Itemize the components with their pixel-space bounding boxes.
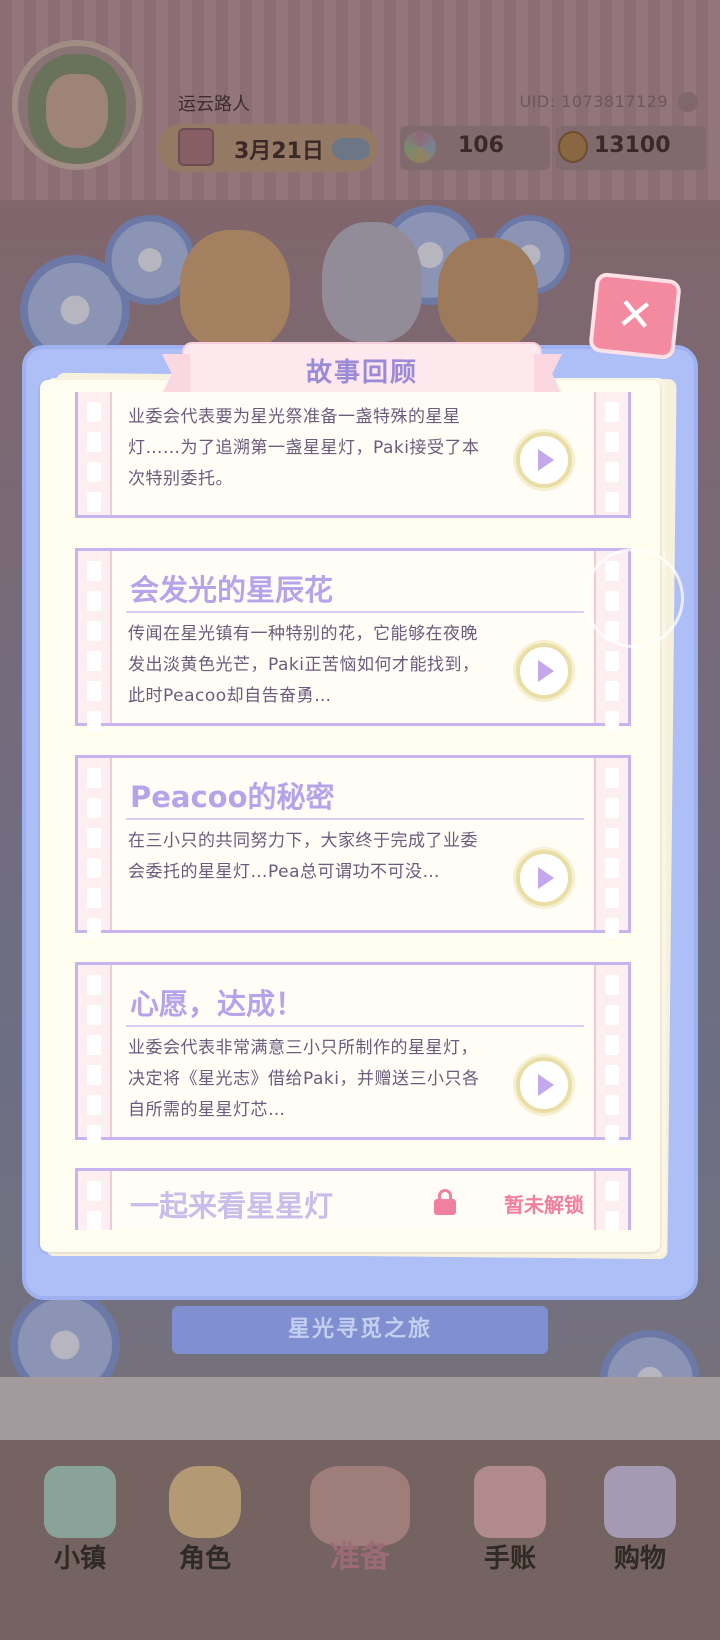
- play-button[interactable]: [516, 643, 572, 699]
- film-strip-right: [594, 758, 628, 938]
- close-button[interactable]: ✕: [588, 271, 682, 361]
- title-divider: [126, 611, 584, 613]
- play-icon: [538, 449, 554, 471]
- film-strip-right: [594, 965, 628, 1145]
- journey-banner: 星光寻觅之旅: [172, 1306, 548, 1354]
- nav-item-town[interactable]: 小镇: [20, 1440, 140, 1610]
- story-description: 传闻在星光镇有一种特别的花，它能够在夜晚发出淡黄色光芒，Paki正苦恼如何才能找…: [128, 624, 480, 706]
- story-card[interactable]: Peacoo的秘密 在三小只的共同努力下，大家终于完成了业委会委托的星星灯…Pe…: [75, 755, 631, 938]
- film-strip-left: [78, 758, 112, 938]
- lock-icon: [434, 1189, 456, 1215]
- journey-title: 星光寻觅之旅: [287, 1317, 432, 1342]
- nav-label: 手账: [483, 1544, 536, 1574]
- film-strip-right: [594, 1171, 628, 1231]
- nav-item-journal[interactable]: 手账: [450, 1440, 570, 1610]
- character-icon: [169, 1466, 241, 1538]
- story-title: Peacoo的秘密: [130, 780, 335, 814]
- story-title: 一起来看星星灯: [130, 1189, 334, 1223]
- story-description: 业委会代表要为星光祭准备一盏特殊的星星灯……为了追溯第一盏星星灯，Paki接受了…: [128, 407, 480, 489]
- nav-label: 准备: [330, 1540, 390, 1575]
- nav-label: 购物: [613, 1544, 666, 1574]
- map-icon: [44, 1466, 116, 1538]
- story-card[interactable]: 会发光的星辰花 传闻在星光镇有一种特别的花，它能够在夜晚发出淡黄色光芒，Paki…: [75, 548, 631, 731]
- film-strip-right: [594, 392, 628, 515]
- close-icon: ✕: [614, 288, 657, 343]
- story-card[interactable]: 心愿，达成！ 业委会代表非常满意三小只所制作的星星灯，决定将《星光志》借给Pak…: [75, 962, 631, 1145]
- nav-label: 小镇: [53, 1544, 106, 1574]
- nav-item-prepare[interactable]: 准备: [300, 1440, 420, 1610]
- story-title: 会发光的星辰花: [130, 573, 334, 607]
- story-card-locked: 一起来看星星灯 暂未解锁: [75, 1168, 631, 1231]
- film-strip-left: [78, 551, 112, 731]
- film-strip-left: [78, 392, 112, 515]
- play-button[interactable]: [516, 1057, 572, 1113]
- play-button[interactable]: [516, 432, 572, 488]
- journal-icon: [474, 1466, 546, 1538]
- story-card[interactable]: 业委会代表要为星光祭准备一盏特殊的星星灯……为了追溯第一盏星星灯，Paki接受了…: [75, 392, 631, 518]
- title-divider: [126, 1025, 584, 1027]
- title-divider: [126, 818, 584, 820]
- film-strip-left: [78, 1171, 112, 1231]
- story-title: 心愿，达成！: [130, 987, 305, 1021]
- shopping-bag-icon: [604, 1466, 676, 1538]
- play-icon: [538, 660, 554, 682]
- play-icon: [538, 1074, 554, 1096]
- locked-label: 暂未解锁: [504, 1193, 584, 1217]
- nav-label: 角色: [178, 1544, 231, 1574]
- play-button[interactable]: [516, 850, 572, 906]
- play-icon: [538, 867, 554, 889]
- story-description: 在三小只的共同努力下，大家终于完成了业委会委托的星星灯…Pea总可谓功不可没…: [128, 831, 478, 882]
- nav-item-shop[interactable]: 购物: [580, 1440, 700, 1610]
- nav-item-character[interactable]: 角色: [145, 1440, 265, 1610]
- story-description: 业委会代表非常满意三小只所制作的星星灯，决定将《星光志》借给Paki，并赠送三小…: [128, 1038, 480, 1120]
- bottom-navigation: 小镇 角色 准备 手账 购物: [0, 1440, 720, 1640]
- touch-indicator: [584, 548, 684, 648]
- film-strip-left: [78, 965, 112, 1145]
